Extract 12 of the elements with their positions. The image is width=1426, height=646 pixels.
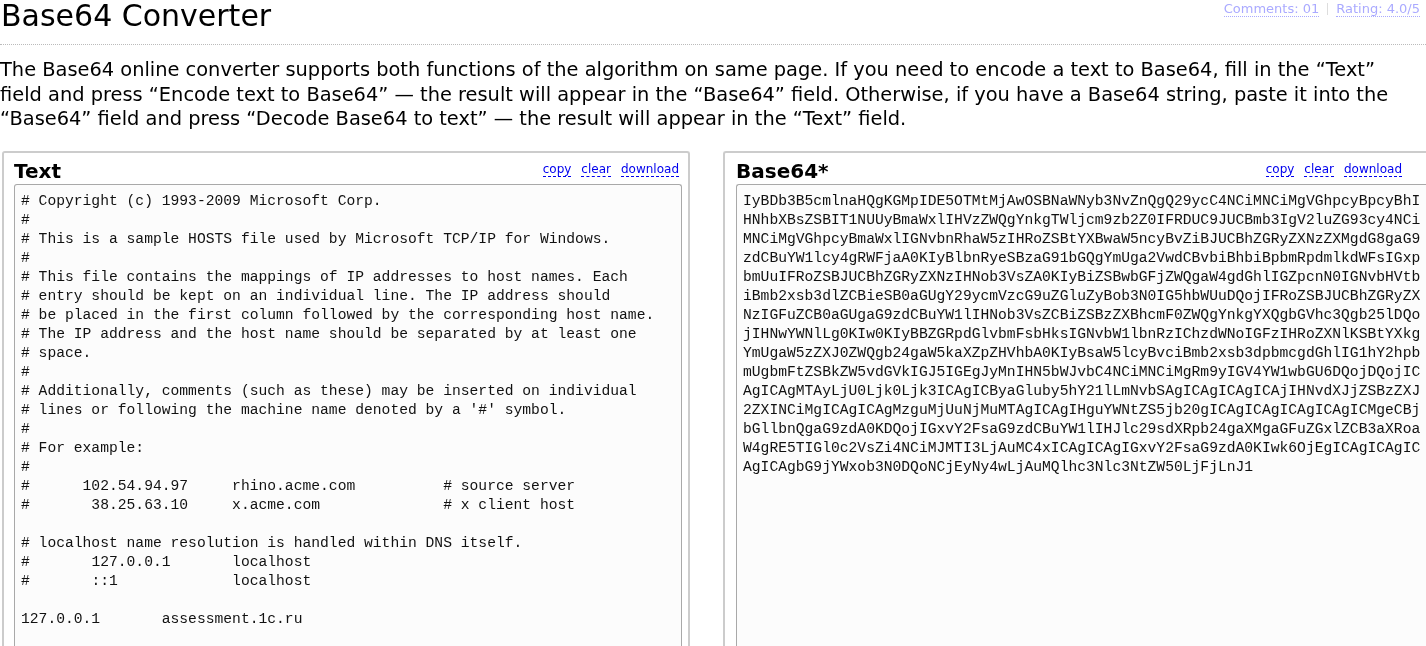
textarea-field[interactable]: # Copyright (c) 1993-2009 Microsoft Corp. # # This is a sample HOSTS file used by Microsoft TCP/IP for Windows. # # This file contains the mappings of IP addresses to host names. Each # entry should be kept on an individual line. The IP address should # be placed in the first column followed by the corresponding host name. # The IP address and the host name should be separated by at least one # space. # # Additionally, comments (such as these) may be inserted on individual # lines or following the machine name denoted by a '#' symbol. # # For example: # # 102.54.94.97 rhino.acme.com # source server # 38.25.63.10 x.acme.com # x client host # localhost name resolution is handled within DNS itself. # 127.0.0.1 localhost # ::1 localhost 127.0.0.1 assessment.1c.ru	[14, 183, 682, 646]
action-link[interactable]: copy	[1265, 161, 1295, 177]
textarea-field[interactable]: IyBDb3B5cmlnaHQgKGMpIDE5OTMtMjAwOSBNaWNyb3NvZnQgQ29ycC4NCiMNCiMgVGhpcyBpcyBhIHNhbXBsZSBIT1NUUyBmaWxlIHVzZWQgYnkgTWljcm9zb2Z0IFRDUC9JUCBmb3IgV2luZG93cy4NCiMNCiMgVGhpcyBmaWxlIGNvbnRhaW5zIHRoZSBtYXBwaW5ncyBvZiBJUCBhZGRyZXNzZXMgdG8gaG9zdCBuYW1lcy4gRWFjaA0KIyBlbnRyeSBzaG91bGQgYmUga2VwdCBvbiBhbiBpbmRpdmlkdWFsIGxpbmUuIFRoZSBJUCBhZGRyZXNzIHNob3VsZA0KIyBiZSBwbGFjZWQgaW4gdGhlIGZpcnN0IGNvbHVtbiBmb2xsb3dlZCBieSB0aGUgY29ycmVzcG9uZGluZyBob3N0IG5hbWUuDQojIFRoZSBJUCBhZGRyZXNzIGFuZCB0aGUgaG9zdCBuYW1lIHNob3VsZCBiZSBzZXBhcmF0ZWQgYnkgYXQgbGVhc3Qgb25lDQojIHNwYWNlLg0KIw0KIyBBZGRpdGlvbmFsbHksIGNvbW1lbnRzIChzdWNoIGFzIHRoZXNlKSBtYXkgYmUgaW5zZXJ0ZWQgb24gaW5kaXZpZHVhbA0KIyBsaW5lcyBvciBmb2xsb3dpbmcgdGhlIG1hY2hpbmUgbmFtZSBkZW5vdGVkIGJ5IGEgJyMnIHN5bWJvbC4NCiMNCiMgRm9yIGV4YW1wbGU6DQojDQojICAgICAgMTAyLjU0Ljk0Ljk3ICAgICByaGluby5hY21lLmNvbSAgICAgICAgICAjIHNvdXJjZSBzZXJ2ZXINCiMgICAgICAgMzguMjUuNjMuMTAgICAgIHguYWNtZS5jb20gICAgICAgICAgICAgICMgeCBjbGllbnQgaG9zdA0KDQojIGxvY2FsaG9zdCBuYW1lIHJlc29sdXRpb24gaXMgaGFuZGxlZCB3aXRoaW4gRE5TIGl0c2VsZi4NCiMJMTI3LjAuMC4xICAgICAgIGxvY2FsaG9zdA0KIwk6OjEgICAgICAgICAgICAgbG9jYWxob3N0DQoNCjEyNy4wLjAuMQlhc3Nlc3NtZW50LjFjLnJ1	[736, 183, 1426, 646]
action-link[interactable]: copy	[542, 161, 572, 177]
intro-paragraph: The Base64 online converter supports both functions of the algorithm on same page. If you need to encode a text to Base64, fill in the “Text” field and press “Encode text to Base64” — the result will appear in the “Base64” field. Otherwise, if you have a Base64 string, paste it into the “Base64” field and press “Decode Base64 to text” — the result will appear in the “Text” field.	[0, 58, 1390, 132]
action-link[interactable]: clear	[581, 161, 611, 177]
action-link[interactable]: download	[620, 161, 679, 177]
action-link[interactable]: clear	[1304, 161, 1334, 177]
panel-title: Text	[14, 159, 61, 183]
action-link[interactable]: download	[1343, 161, 1402, 177]
panel-title: Base64*	[736, 159, 829, 183]
page-title: Base64 Converter	[0, 0, 272, 34]
